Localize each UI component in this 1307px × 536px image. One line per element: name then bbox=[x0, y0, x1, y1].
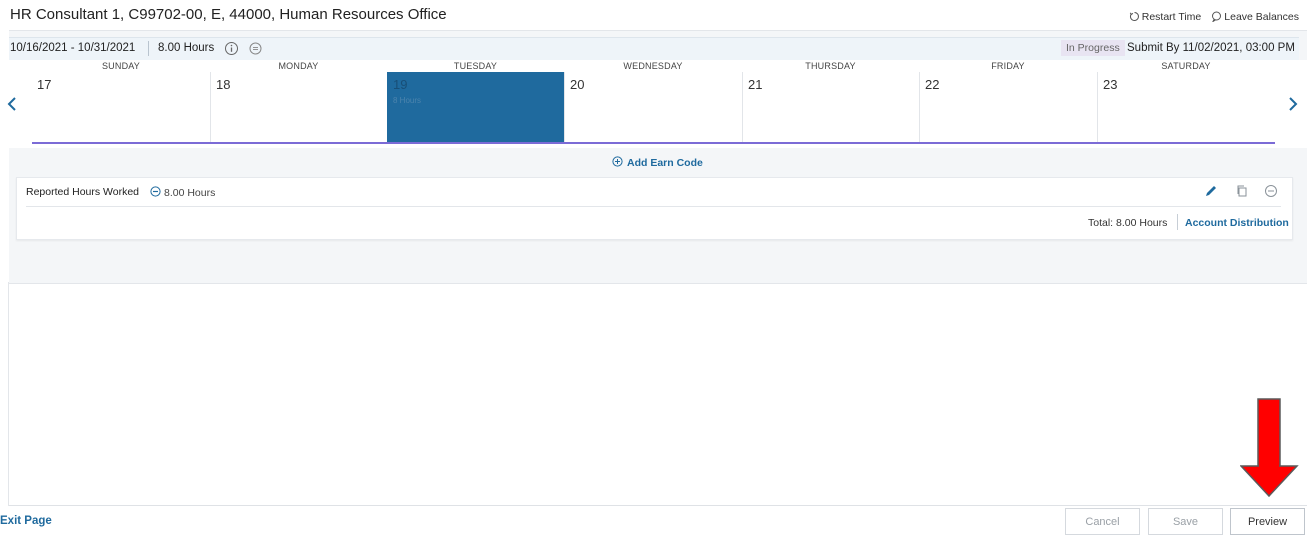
day-number: 21 bbox=[748, 77, 763, 92]
day-header-sunday: SUNDAY bbox=[101, 61, 141, 71]
account-distribution-link[interactable]: Account Distribution bbox=[1185, 217, 1289, 229]
day-cell-thursday[interactable]: 21 bbox=[742, 72, 919, 143]
top-actions: Restart Time Leave Balances bbox=[1129, 11, 1299, 23]
day-header-wednesday: WEDNESDAY bbox=[623, 61, 683, 71]
footer-divider bbox=[9, 505, 1307, 506]
speech-bubble-icon bbox=[1211, 11, 1222, 23]
earn-code-hours-value: 8.00 Hours bbox=[164, 187, 216, 199]
week-underline bbox=[32, 142, 1275, 144]
restart-icon bbox=[1129, 11, 1140, 22]
total-divider bbox=[1177, 214, 1178, 230]
panel-divider bbox=[26, 206, 1281, 207]
chevron-left-icon[interactable] bbox=[6, 96, 18, 117]
day-header-thursday: THURSDAY bbox=[805, 61, 856, 71]
status-badge: In Progress bbox=[1061, 40, 1125, 56]
plus-circle-icon bbox=[612, 156, 623, 170]
chevron-right-icon[interactable] bbox=[1287, 96, 1299, 117]
day-cell-wednesday[interactable]: 20 bbox=[564, 72, 742, 143]
info-icon[interactable] bbox=[224, 41, 239, 61]
leave-balances-link[interactable]: Leave Balances bbox=[1211, 11, 1299, 23]
remove-circle-icon[interactable] bbox=[1264, 184, 1278, 203]
day-header-friday: FRIDAY bbox=[991, 61, 1025, 71]
page-title: HR Consultant 1, C99702-00, E, 44000, Hu… bbox=[10, 6, 447, 23]
day-header-saturday: SATURDAY bbox=[1161, 61, 1211, 71]
day-number: 17 bbox=[37, 77, 52, 92]
day-number: 20 bbox=[570, 77, 585, 92]
day-cell-tuesday[interactable]: 19 8 Hours bbox=[387, 72, 564, 143]
exit-page-link[interactable]: Exit Page bbox=[0, 515, 52, 527]
restart-time-link[interactable]: Restart Time bbox=[1129, 11, 1202, 23]
day-header-tuesday: TUESDAY bbox=[453, 61, 498, 71]
day-number: 19 bbox=[393, 77, 408, 92]
day-number: 23 bbox=[1103, 77, 1118, 92]
earn-code-label: Reported Hours Worked bbox=[26, 186, 140, 198]
save-button[interactable]: Save bbox=[1148, 508, 1223, 535]
preview-button[interactable]: Preview bbox=[1230, 508, 1305, 535]
day-number: 22 bbox=[925, 77, 940, 92]
day-cell-saturday[interactable]: 23 bbox=[1097, 72, 1275, 143]
period-total-hours: 8.00 Hours bbox=[158, 42, 215, 54]
day-number: 18 bbox=[216, 77, 231, 92]
copy-icon[interactable] bbox=[1235, 184, 1249, 203]
add-earn-code-button[interactable]: Add Earn Code bbox=[612, 156, 703, 170]
red-arrow-annotation bbox=[1239, 398, 1300, 503]
add-earn-code-label: Add Earn Code bbox=[627, 157, 703, 169]
content-border bbox=[8, 282, 9, 506]
leave-balances-label: Leave Balances bbox=[1224, 11, 1299, 23]
minus-circle-icon bbox=[150, 186, 161, 200]
comment-icon[interactable] bbox=[248, 41, 263, 61]
day-hours: 8 Hours bbox=[393, 96, 422, 105]
pay-period-range: 10/16/2021 - 10/31/2021 bbox=[10, 42, 136, 54]
restart-time-label: Restart Time bbox=[1141, 11, 1202, 23]
submit-deadline: Submit By 11/02/2021, 03:00 PM bbox=[1127, 42, 1295, 54]
pencil-icon[interactable] bbox=[1204, 184, 1218, 203]
day-cell-friday[interactable]: 22 bbox=[919, 72, 1097, 143]
day-header-monday: MONDAY bbox=[278, 61, 319, 71]
total-hours: Total: 8.00 Hours bbox=[1088, 217, 1168, 229]
earn-code-hours[interactable]: 8.00 Hours bbox=[150, 186, 215, 200]
cancel-button[interactable]: Cancel bbox=[1065, 508, 1140, 535]
period-divider bbox=[148, 41, 149, 56]
day-cell-sunday[interactable]: 17 bbox=[32, 72, 210, 143]
day-cell-monday[interactable]: 18 bbox=[210, 72, 387, 143]
